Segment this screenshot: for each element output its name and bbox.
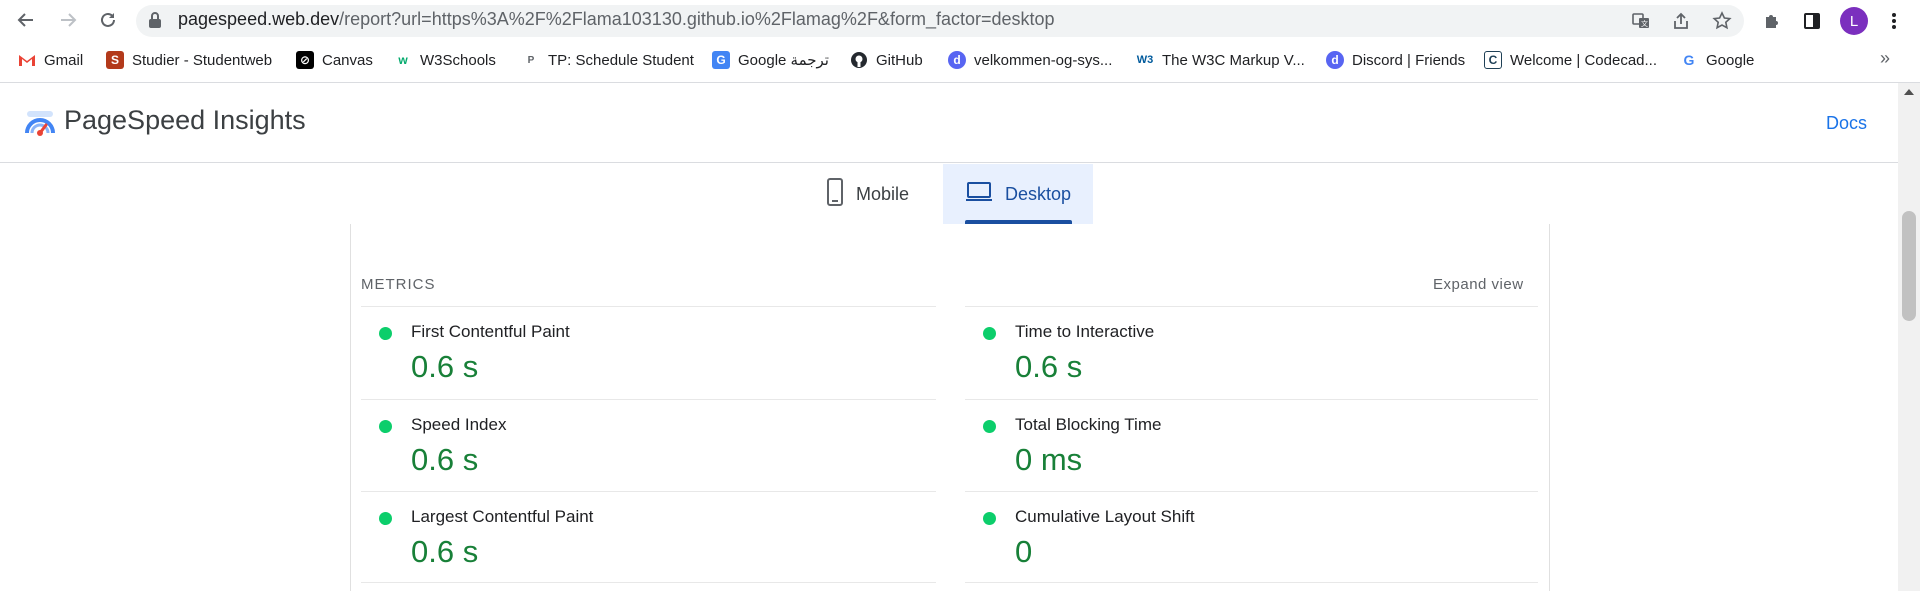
docs-link[interactable]: Docs	[1826, 113, 1867, 134]
menu-icon[interactable]	[1880, 7, 1908, 35]
tab-label: Desktop	[1004, 183, 1072, 204]
tp-icon: P	[527, 54, 535, 66]
share-icon[interactable]	[1668, 8, 1694, 34]
codecademy-icon: C	[1484, 51, 1502, 69]
bookmark-label: Studier - Studentweb	[132, 51, 273, 69]
psi-header: PageSpeed Insights Docs	[0, 83, 1898, 163]
discord-icon: d	[948, 51, 966, 69]
bookmark-gmail[interactable]: Gmail	[18, 48, 83, 72]
metric-value: 0 ms	[1015, 442, 1083, 477]
metric-label: Total Blocking Time	[1015, 415, 1162, 434]
metric-value: 0	[1015, 534, 1033, 569]
bookmark-studentweb[interactable]: S Studier - Studentweb	[106, 48, 272, 72]
w3c-icon: W3	[1136, 54, 1154, 66]
bookmark-label: Google	[1706, 51, 1755, 69]
expand-view-toggle[interactable]: Expand view	[1433, 276, 1524, 293]
url-path: /report?url=https%3A%2F%2Flama103130.git…	[339, 9, 1055, 29]
metric-label: Speed Index	[411, 415, 507, 434]
metric-value: 0.6 s	[411, 349, 479, 384]
bookmark-codecademy[interactable]: C Welcome | Codecad...	[1484, 48, 1657, 72]
side-panel-icon[interactable]	[1798, 7, 1826, 35]
bookmark-google-translate[interactable]: G Google ترجمة	[712, 48, 829, 72]
bookmark-label: Discord | Friends	[1352, 51, 1466, 69]
w3schools-icon: w	[398, 53, 408, 67]
discord-icon: d	[1326, 51, 1344, 69]
pass-status-icon	[379, 420, 392, 433]
pass-status-icon	[379, 327, 392, 340]
metric-speed-index: Speed Index 0.6 s	[361, 399, 936, 491]
studentweb-icon: S	[106, 51, 124, 69]
tab-mobile[interactable]: Mobile	[826, 164, 909, 224]
metrics-heading: METRICS	[361, 276, 436, 293]
browser-toolbar: pagespeed.web.dev/report?url=https%3A%2F…	[0, 0, 1920, 40]
bookmark-velkommen[interactable]: d velkommen-og-sys...	[948, 48, 1112, 72]
metric-largest-contentful-paint: Largest Contentful Paint 0.6 s	[361, 491, 936, 583]
forward-icon[interactable]	[54, 6, 82, 34]
svg-text:文: 文	[1641, 19, 1648, 28]
reload-icon[interactable]	[94, 6, 122, 34]
translate-icon[interactable]: 文	[1628, 8, 1654, 34]
google-translate-icon: G	[712, 51, 730, 69]
canvas-icon: ⊘	[296, 51, 314, 69]
tab-desktop[interactable]: Desktop	[943, 164, 1093, 224]
form-factor-tabs: Mobile Desktop	[0, 164, 1898, 224]
bookmarks-bar: Gmail S Studier - Studentweb ⊘ Canvas w …	[0, 44, 1920, 76]
bookmark-label: Gmail	[44, 51, 84, 69]
pass-status-icon	[983, 512, 996, 525]
bookmark-discord-friends[interactable]: d Discord | Friends	[1326, 48, 1465, 72]
page-scrollbar[interactable]	[1898, 83, 1920, 591]
bookmark-label: GitHub	[876, 51, 923, 69]
bookmark-label: W3Schools	[420, 51, 496, 69]
bookmark-google[interactable]: G Google	[1680, 48, 1755, 72]
bookmark-w3schools[interactable]: w W3Schools	[394, 48, 496, 72]
metric-cumulative-layout-shift: Cumulative Layout Shift 0	[965, 491, 1538, 583]
star-icon[interactable]	[1709, 8, 1735, 34]
bookmarks-overflow-chevron-icon[interactable]: »	[1880, 48, 1890, 69]
back-icon[interactable]	[12, 6, 40, 34]
pagespeed-logo-icon[interactable]	[24, 109, 56, 144]
desktop-icon	[965, 181, 993, 208]
bookmark-label: Welcome | Codecad...	[1510, 51, 1658, 69]
metric-value: 0.6 s	[411, 534, 479, 569]
google-icon: G	[1683, 52, 1695, 68]
scrollbar-thumb[interactable]	[1902, 211, 1916, 321]
extensions-icon[interactable]	[1758, 7, 1786, 35]
url-text[interactable]: pagespeed.web.dev/report?url=https%3A%2F…	[178, 9, 1055, 30]
page-title[interactable]: PageSpeed Insights	[64, 105, 306, 136]
bookmark-label: The W3C Markup V...	[1162, 51, 1305, 69]
bookmark-label: velkommen-og-sys...	[974, 51, 1113, 69]
gmail-icon	[18, 51, 36, 69]
bookmark-w3c[interactable]: W3 The W3C Markup V...	[1136, 48, 1305, 72]
bookmark-canvas[interactable]: ⊘ Canvas	[296, 48, 373, 72]
bookmark-github[interactable]: GitHub	[850, 48, 923, 72]
lock-icon[interactable]	[148, 11, 162, 34]
metric-time-to-interactive: Time to Interactive 0.6 s	[965, 306, 1538, 398]
metric-label: Time to Interactive	[1015, 322, 1155, 341]
scroll-up-arrow-icon[interactable]	[1904, 89, 1914, 95]
github-icon	[850, 51, 868, 69]
metric-total-blocking-time: Total Blocking Time 0 ms	[965, 399, 1538, 491]
metric-label: First Contentful Paint	[411, 322, 570, 341]
tab-label: Mobile	[856, 183, 910, 204]
metric-value: 0.6 s	[411, 442, 479, 477]
bookmark-label: Google ترجمة	[738, 52, 829, 69]
metric-label: Largest Contentful Paint	[411, 507, 594, 526]
bookmark-tp-schedule[interactable]: P TP: Schedule Student	[522, 48, 694, 72]
pass-status-icon	[983, 420, 996, 433]
metric-label: Cumulative Layout Shift	[1015, 507, 1195, 526]
pass-status-icon	[983, 327, 996, 340]
profile-avatar[interactable]: L	[1840, 7, 1868, 35]
pass-status-icon	[379, 512, 392, 525]
mobile-icon	[826, 177, 844, 211]
metric-value: 0.6 s	[1015, 349, 1083, 384]
url-host: pagespeed.web.dev	[178, 9, 340, 29]
bookmark-label: Canvas	[322, 51, 373, 69]
bookmark-label: TP: Schedule Student	[548, 51, 694, 69]
metric-first-contentful-paint: First Contentful Paint 0.6 s	[361, 306, 936, 398]
